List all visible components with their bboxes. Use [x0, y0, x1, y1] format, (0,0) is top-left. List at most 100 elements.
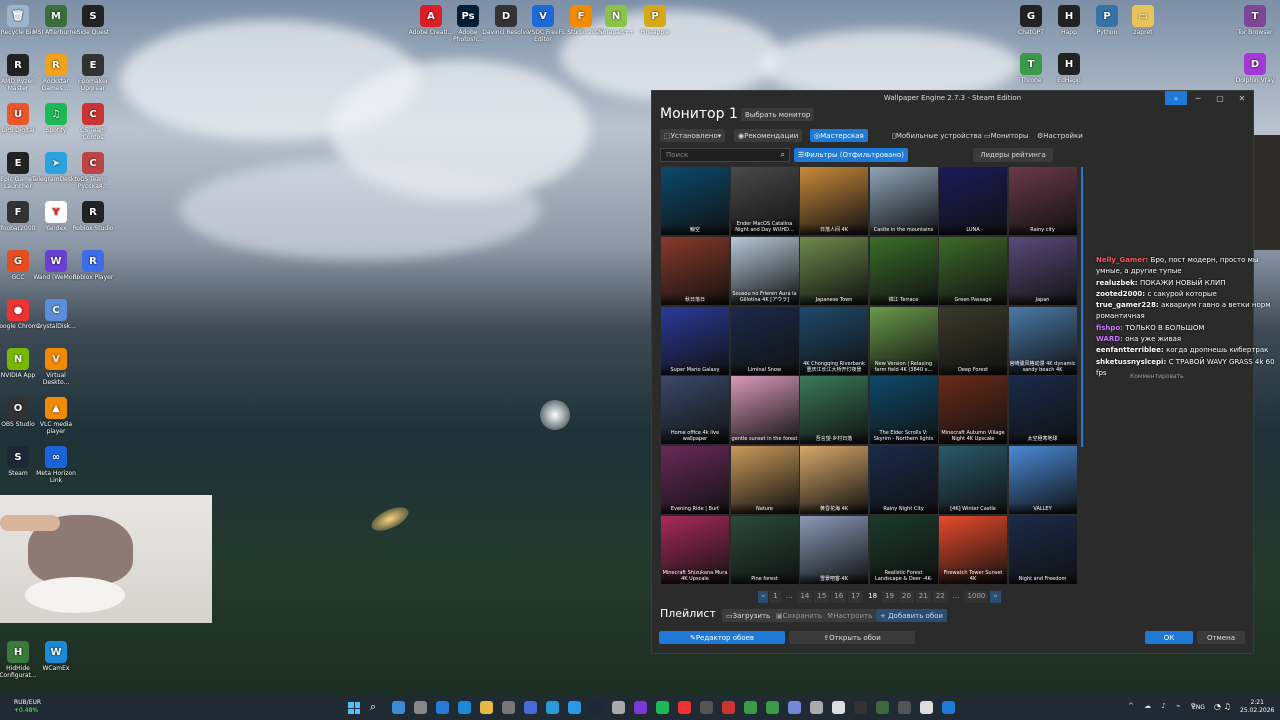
- tab-mobile[interactable]: ▯ Мобильные устройства: [888, 129, 986, 142]
- filters-button[interactable]: ☰ Фильтры (Отфильтровано): [794, 148, 908, 162]
- taskbar-app-icon[interactable]: [392, 701, 405, 714]
- tab-settings[interactable]: ⚙ Настройки: [1033, 129, 1087, 142]
- search-box[interactable]: Поиск ⌕: [660, 148, 790, 162]
- ok-button[interactable]: ОК: [1145, 631, 1193, 644]
- add-wallpaper-button[interactable]: + Добавить обои: [876, 609, 947, 622]
- load-button[interactable]: ▭ Загрузить: [722, 609, 775, 622]
- expand-icon[interactable]: »: [1165, 91, 1187, 105]
- page-button[interactable]: 14: [797, 591, 813, 603]
- wallpaper-thumbnail[interactable]: Japanese Town: [800, 236, 868, 305]
- page-button[interactable]: 20: [898, 591, 914, 603]
- desktop-icon[interactable]: R Roblox Player: [69, 250, 117, 281]
- wallpaper-thumbnail[interactable]: 锦江 Terrace: [869, 236, 938, 305]
- taskbar-app-icon[interactable]: [480, 701, 493, 714]
- search-icon[interactable]: ⌕: [781, 150, 785, 160]
- taskbar-app-icon[interactable]: [612, 701, 625, 714]
- taskbar-app-icon[interactable]: [788, 701, 801, 714]
- save-button[interactable]: ▣ Сохранить: [772, 609, 826, 622]
- desktop-icon[interactable]: P Pineapple: [631, 5, 679, 36]
- taskbar-app-icon[interactable]: [590, 701, 603, 714]
- minimize-icon[interactable]: ─: [1187, 91, 1209, 105]
- wallpaper-thumbnail[interactable]: 吾言望·乡村日落: [800, 376, 868, 445]
- wallpaper-thumbnail[interactable]: LUNA: [939, 167, 1007, 235]
- taskbar-app-icon[interactable]: [502, 701, 515, 714]
- taskbar-app-icon[interactable]: [458, 701, 471, 714]
- configure-button[interactable]: ⚒ Настроить: [823, 609, 877, 622]
- close-icon[interactable]: ✕: [1231, 91, 1253, 105]
- taskbar-app-icon[interactable]: [832, 701, 845, 714]
- tab-monitors[interactable]: ▭ Мониторы: [980, 129, 1032, 142]
- wallpaper-thumbnail[interactable]: [4K] Winter Castle: [939, 446, 1007, 515]
- desktop-icon[interactable]: C CrystalDisk...: [32, 299, 80, 330]
- taskbar-app-icon[interactable]: [700, 701, 713, 714]
- page-button[interactable]: »: [990, 591, 1001, 603]
- desktop-icon[interactable]: C CS Team Русская...: [69, 152, 117, 190]
- desktop-icon[interactable]: E Epomaker Upgrear: [69, 54, 117, 92]
- desktop-icon[interactable]: V Virtual Deskto...: [32, 348, 80, 386]
- taskbar-app-icon[interactable]: [568, 701, 581, 714]
- taskbar-app-icon[interactable]: [678, 701, 691, 714]
- wallpaper-thumbnail[interactable]: 雪景吧客·4K: [800, 516, 868, 584]
- wallpaper-thumbnail[interactable]: Ender MacOS Catalina Night and Day WUHD.…: [730, 167, 799, 235]
- editor-button[interactable]: ✎ Редактор обоев: [659, 631, 785, 644]
- desktop-icon[interactable]: H EdHapp: [1045, 53, 1093, 84]
- desktop-icon[interactable]: T Tor Browser: [1231, 5, 1279, 36]
- leaders-button[interactable]: Лидеры рейтинга: [973, 148, 1053, 162]
- desktop-icon[interactable]: ∞ Meta Horizon Link: [32, 446, 80, 484]
- wallpaper-thumbnail[interactable]: Sousou no Frieren Aura la Gillotina 4K […: [730, 236, 799, 305]
- wallpaper-thumbnail[interactable]: Liminal Snow: [730, 306, 799, 375]
- page-button[interactable]: 1000: [964, 591, 989, 603]
- page-button[interactable]: 19: [882, 591, 897, 603]
- wallpaper-thumbnail[interactable]: Firewatch Tower Sunset 4K: [939, 516, 1007, 584]
- wallpaper-thumbnail[interactable]: Deep Forest: [939, 306, 1007, 375]
- desktop-icon[interactable]: C CS Team Contos: [69, 103, 117, 141]
- page-button[interactable]: 17: [848, 591, 864, 603]
- page-button[interactable]: 16: [831, 591, 847, 603]
- wallpaper-thumbnail[interactable]: Green Passage: [939, 236, 1007, 305]
- desktop-icon[interactable]: W WCamEx: [32, 641, 80, 672]
- taskbar-app-icon[interactable]: [942, 701, 955, 714]
- wallpaper-thumbnail[interactable]: Home office 4k live wallpaper: [661, 376, 729, 445]
- page-button[interactable]: 18: [865, 591, 880, 603]
- desktop-icon[interactable]: ▲ VLC media player: [32, 397, 80, 435]
- taskbar-app-icon[interactable]: [854, 701, 867, 714]
- wallpaper-thumbnail[interactable]: 黄昏花海 4K: [800, 446, 868, 515]
- maximize-icon[interactable]: ▢: [1209, 91, 1231, 105]
- wallpaper-thumbnail[interactable]: Japan: [1008, 236, 1077, 305]
- wallpaper-thumbnail[interactable]: Rainy city: [1008, 167, 1077, 235]
- open-wallpaper-button[interactable]: ⇪ Открыть обои: [789, 631, 915, 644]
- tab-recommendations[interactable]: ◉ Рекомендации: [734, 129, 803, 142]
- taskbar-app-icon[interactable]: [634, 701, 647, 714]
- desktop-icon[interactable]: ▭ zapret: [1119, 5, 1167, 36]
- taskbar-app-icon[interactable]: [414, 701, 427, 714]
- wallpaper-thumbnail[interactable]: Rainy Night City: [869, 446, 938, 515]
- tab-installed[interactable]: ⬚ Установлено ▾: [660, 129, 726, 142]
- taskbar-app-icon[interactable]: [546, 701, 559, 714]
- wallpaper-thumbnail[interactable]: Realistic Forest Landscape & Deer -4K-: [869, 516, 938, 584]
- taskbar-app-icon[interactable]: [722, 701, 735, 714]
- wallpaper-thumbnail[interactable]: Pine forest: [730, 516, 799, 584]
- wallpaper-thumbnail[interactable]: Super Mario Galaxy: [661, 306, 729, 375]
- desktop-icon[interactable]: R Roblox Studio: [69, 201, 117, 232]
- wallpaper-thumbnail[interactable]: VALLEY: [1008, 446, 1077, 515]
- wallpaper-thumbnail[interactable]: Castle in the mountains: [869, 167, 938, 235]
- taskbar-search-icon[interactable]: ⌕: [370, 700, 376, 714]
- wallpaper-thumbnail[interactable]: 日落人间 4K: [800, 167, 868, 235]
- desktop-icon[interactable]: D Dolphin Vray: [1231, 53, 1279, 84]
- taskbar-app-icon[interactable]: [766, 701, 779, 714]
- currency-widget[interactable]: RUB/EUR +0.48%: [14, 699, 41, 715]
- language-indicator[interactable]: ENG: [1192, 704, 1205, 711]
- taskbar-app-icon[interactable]: [898, 701, 911, 714]
- start-icon[interactable]: [348, 702, 360, 714]
- wallpaper-thumbnail[interactable]: Nature: [730, 446, 799, 515]
- taskbar-app-icon[interactable]: [524, 701, 537, 714]
- tab-workshop[interactable]: ◎ Мастерская: [810, 129, 868, 142]
- taskbar-app-icon[interactable]: [810, 701, 823, 714]
- wallpaper-thumbnail[interactable]: 秋日落日: [661, 236, 729, 305]
- wallpaper-thumbnail[interactable]: 鯨空: [661, 167, 729, 235]
- wallpaper-thumbnail[interactable]: Minecraft Shizukana Mura 4K Upscale: [661, 516, 729, 584]
- page-button[interactable]: 22: [932, 591, 948, 603]
- wifi-icon[interactable]: ◔ ♫: [1214, 702, 1231, 711]
- desktop-icon[interactable]: S Side Quest: [69, 5, 117, 36]
- wallpaper-thumbnail[interactable]: 宫崎骏风格动漫 4K dynamic sandy beach 4K: [1008, 306, 1077, 375]
